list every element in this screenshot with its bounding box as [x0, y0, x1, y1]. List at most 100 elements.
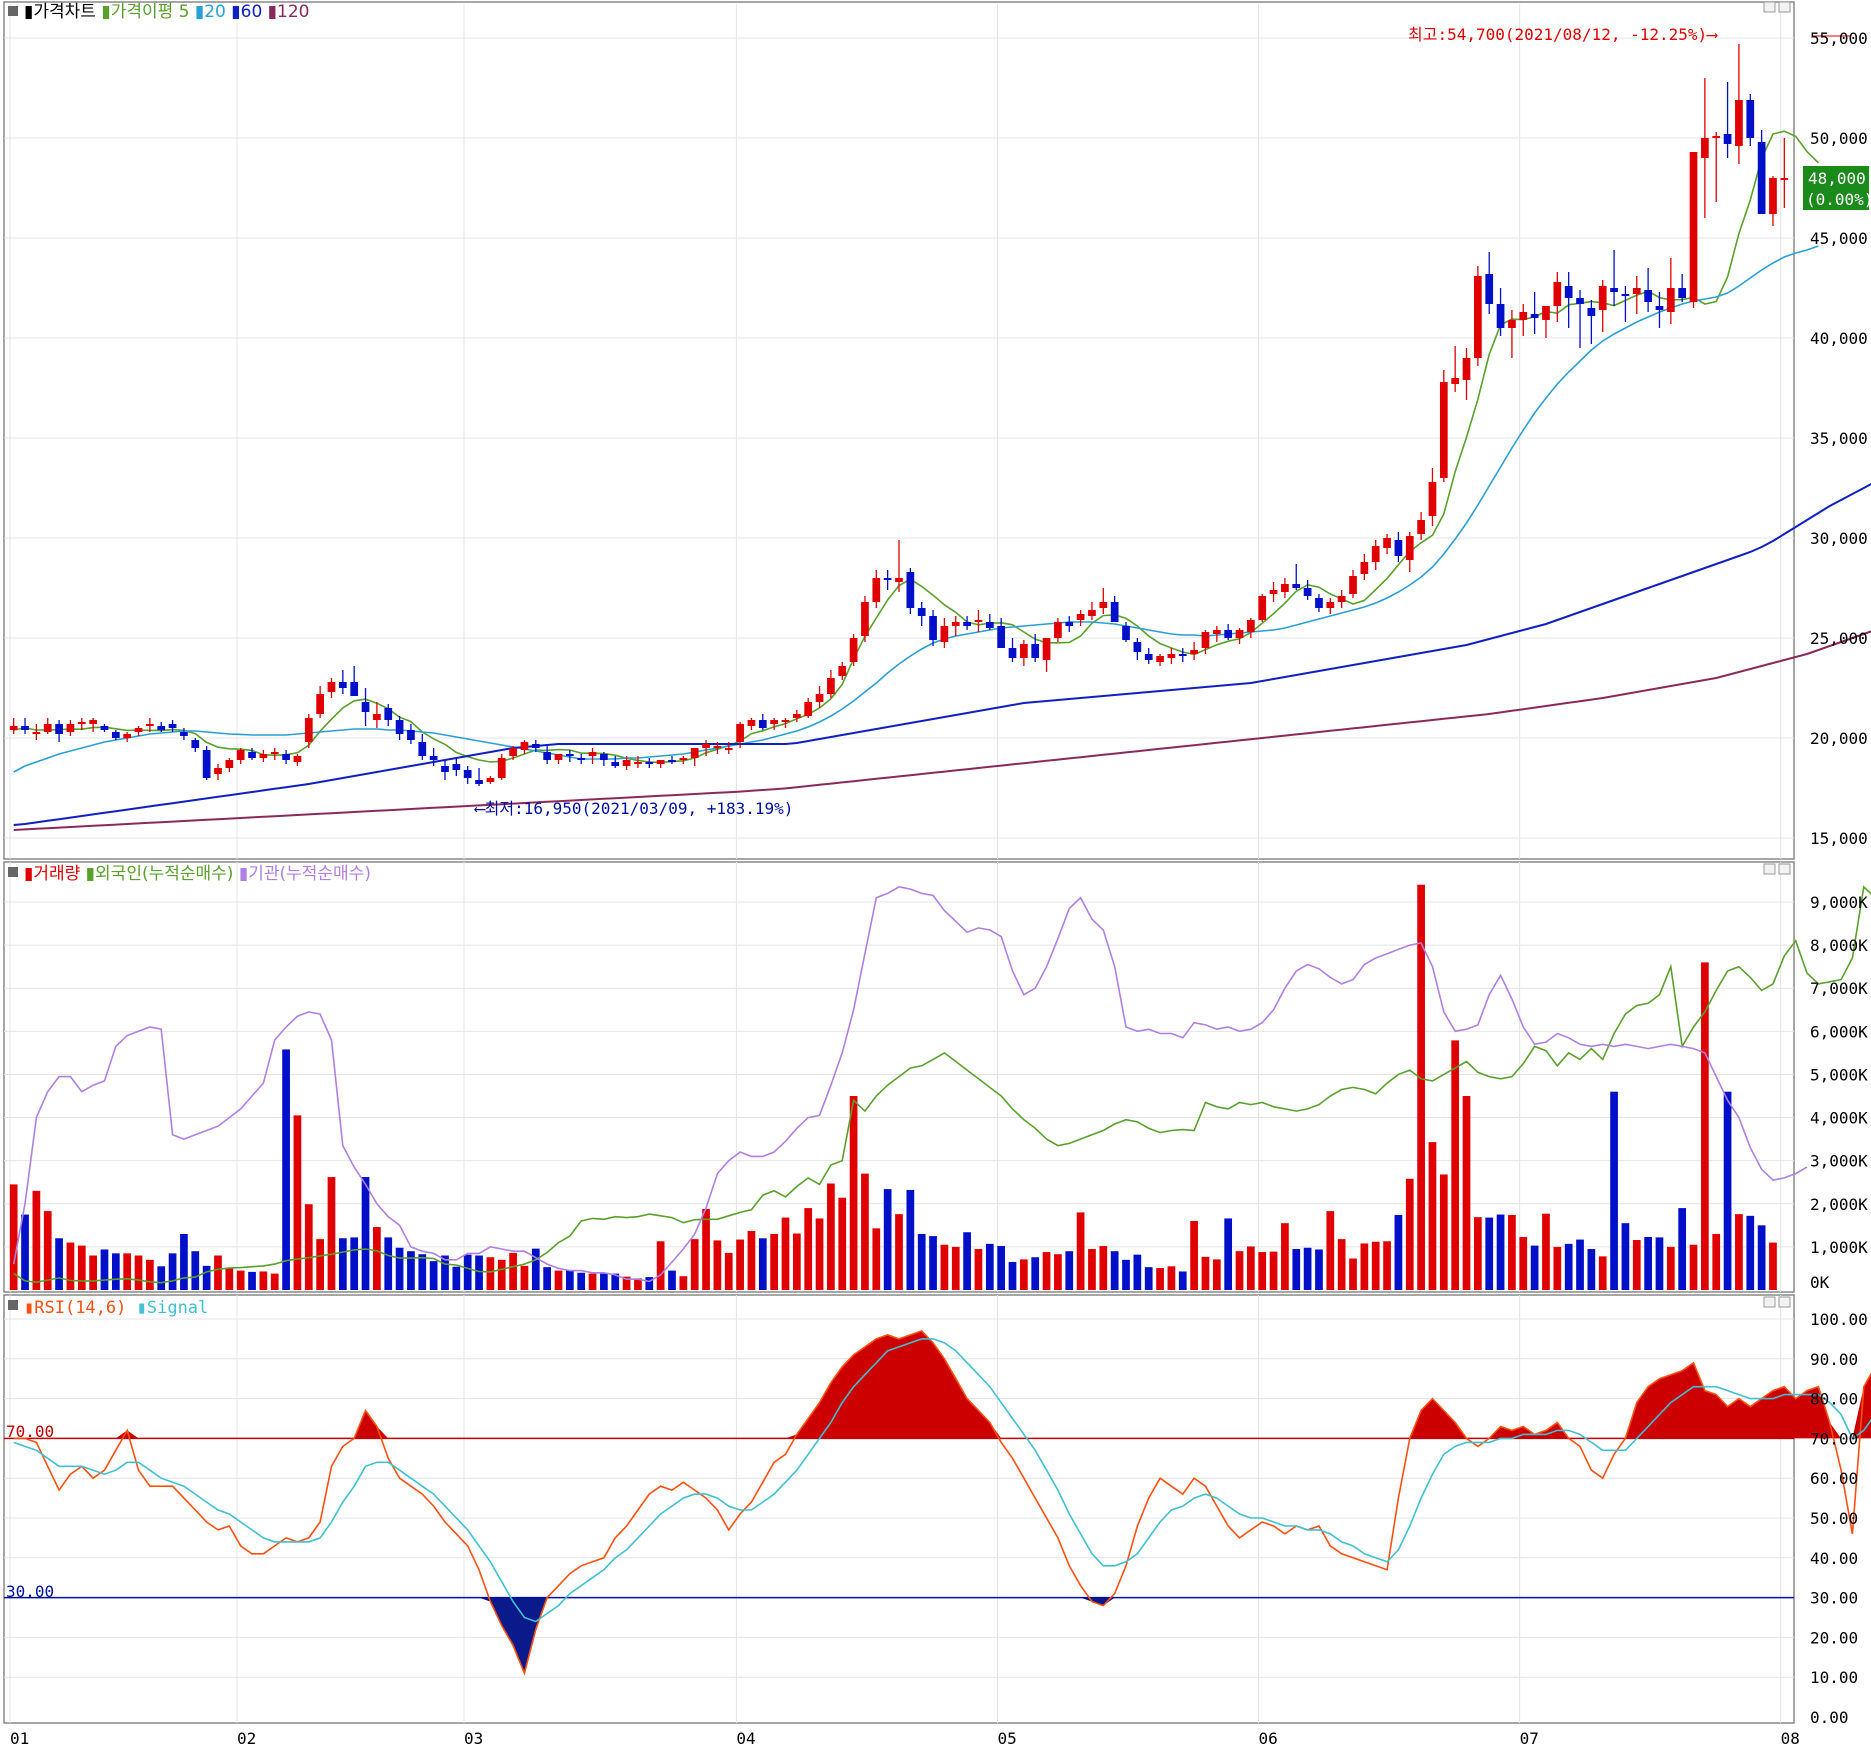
- candle-body: [202, 750, 211, 778]
- volume-bar: [1088, 1249, 1096, 1290]
- volume-bar: [327, 1177, 336, 1290]
- candle-body: [974, 620, 983, 622]
- candle-body: [747, 720, 756, 726]
- candle-body: [940, 626, 949, 642]
- candle-body: [668, 760, 676, 762]
- panel-menu-icon[interactable]: [8, 1300, 18, 1310]
- candle-body: [679, 758, 688, 760]
- volume-bar: [146, 1259, 154, 1290]
- legend-item: ▮: [24, 864, 33, 884]
- candle-body: [600, 754, 608, 760]
- volume-bar: [304, 1204, 313, 1290]
- panel-close-icon[interactable]: [1778, 1, 1791, 13]
- volume-tick-label: 1,000K: [1810, 1238, 1868, 1257]
- candle-body: [736, 724, 744, 742]
- panel-minimize-icon[interactable]: [1763, 1296, 1776, 1308]
- price-tick-label: 20,000: [1810, 729, 1868, 748]
- panel-close-icon[interactable]: [1778, 1296, 1791, 1308]
- x-tick-label: 04: [736, 1729, 755, 1748]
- candle-body: [929, 616, 937, 640]
- volume-bar: [985, 1243, 994, 1290]
- volume-bar: [1542, 1213, 1550, 1290]
- volume-bar: [1099, 1246, 1108, 1290]
- candle-body: [407, 730, 415, 740]
- candle-body: [815, 694, 824, 702]
- volume-bar: [191, 1251, 200, 1290]
- current-change: (0.00%): [1806, 190, 1871, 209]
- candle-body: [577, 758, 586, 760]
- candle-body: [1508, 320, 1516, 328]
- volume-bar: [1474, 1217, 1482, 1290]
- candle-body: [1042, 638, 1051, 660]
- candle-body: [1428, 482, 1437, 516]
- panel-menu-icon[interactable]: [8, 6, 18, 16]
- volume-bar: [77, 1245, 86, 1290]
- volume-bar: [452, 1266, 461, 1290]
- candle-body: [917, 608, 926, 616]
- candle-body: [1474, 276, 1482, 358]
- candle-body: [1735, 100, 1743, 146]
- candle-body: [1337, 596, 1346, 602]
- volume-tick-label: 2,000K: [1810, 1195, 1868, 1214]
- candle-body: [1326, 602, 1335, 608]
- volume-tick-label: 9,000K: [1810, 893, 1868, 912]
- legend-label: 가격차트: [33, 2, 96, 22]
- candle-body: [1269, 590, 1278, 594]
- volume-bar: [679, 1276, 688, 1290]
- candle-body: [1723, 134, 1732, 144]
- candle-body: [1689, 152, 1698, 302]
- candle-body: [1088, 610, 1096, 616]
- legend-label: 기관(누적순매수): [248, 864, 371, 884]
- volume-bar: [1190, 1221, 1198, 1290]
- candle-body: [66, 724, 75, 732]
- volume-bar: [89, 1255, 97, 1290]
- volume-bar: [872, 1228, 881, 1290]
- candle-body: [1666, 288, 1675, 312]
- candle-body: [588, 752, 597, 756]
- volume-bar: [32, 1190, 41, 1290]
- volume-bar: [1008, 1261, 1017, 1290]
- legend-item: ▮: [126, 1298, 146, 1318]
- rsi-tick-label: 90.00: [1810, 1350, 1858, 1369]
- volume-bar: [1371, 1241, 1380, 1290]
- candle-body: [997, 626, 1006, 648]
- panel-close-icon[interactable]: [1778, 863, 1791, 875]
- candle-body: [1349, 576, 1357, 594]
- candle-body: [1371, 546, 1380, 562]
- candle-body: [486, 778, 495, 782]
- legend-label: 거래량: [33, 864, 80, 884]
- volume-bar: [1735, 1214, 1743, 1290]
- volume-tick-label: 6,000K: [1810, 1022, 1868, 1041]
- candle-body: [1315, 598, 1323, 608]
- candle-body: [350, 682, 359, 696]
- candle-body: [1110, 602, 1119, 622]
- candle-body: [338, 682, 347, 688]
- volume-bar: [895, 1214, 903, 1290]
- volume-bar: [1042, 1252, 1051, 1290]
- volume-bar: [997, 1246, 1006, 1290]
- candle-body: [1757, 142, 1766, 214]
- candle-body: [531, 744, 540, 748]
- panel-minimize-icon[interactable]: [1763, 863, 1776, 875]
- volume-bar: [429, 1261, 438, 1290]
- candle-body: [1190, 650, 1198, 654]
- volume-bar: [1054, 1254, 1062, 1290]
- volume-bar: [1769, 1242, 1777, 1290]
- price-tick-label: 45,000: [1810, 229, 1868, 248]
- volume-bar: [1326, 1211, 1335, 1290]
- volume-bar: [1247, 1246, 1255, 1290]
- volume-bar: [1519, 1236, 1528, 1290]
- candle-body: [702, 744, 710, 748]
- x-tick-label: 03: [464, 1729, 483, 1748]
- candle-body: [792, 714, 801, 718]
- volume-bar: [157, 1266, 166, 1290]
- candle-body: [157, 726, 166, 730]
- candle-body: [509, 748, 517, 756]
- volume-bar: [1678, 1208, 1687, 1290]
- panel-menu-icon[interactable]: [8, 867, 18, 877]
- rsi-tick-label: 70.00: [1810, 1429, 1858, 1448]
- rsi-tick-label: 10.00: [1810, 1668, 1858, 1687]
- volume-tick-label: 0K: [1810, 1273, 1830, 1292]
- panel-minimize-icon[interactable]: [1763, 1, 1776, 13]
- volume-bar: [134, 1255, 143, 1290]
